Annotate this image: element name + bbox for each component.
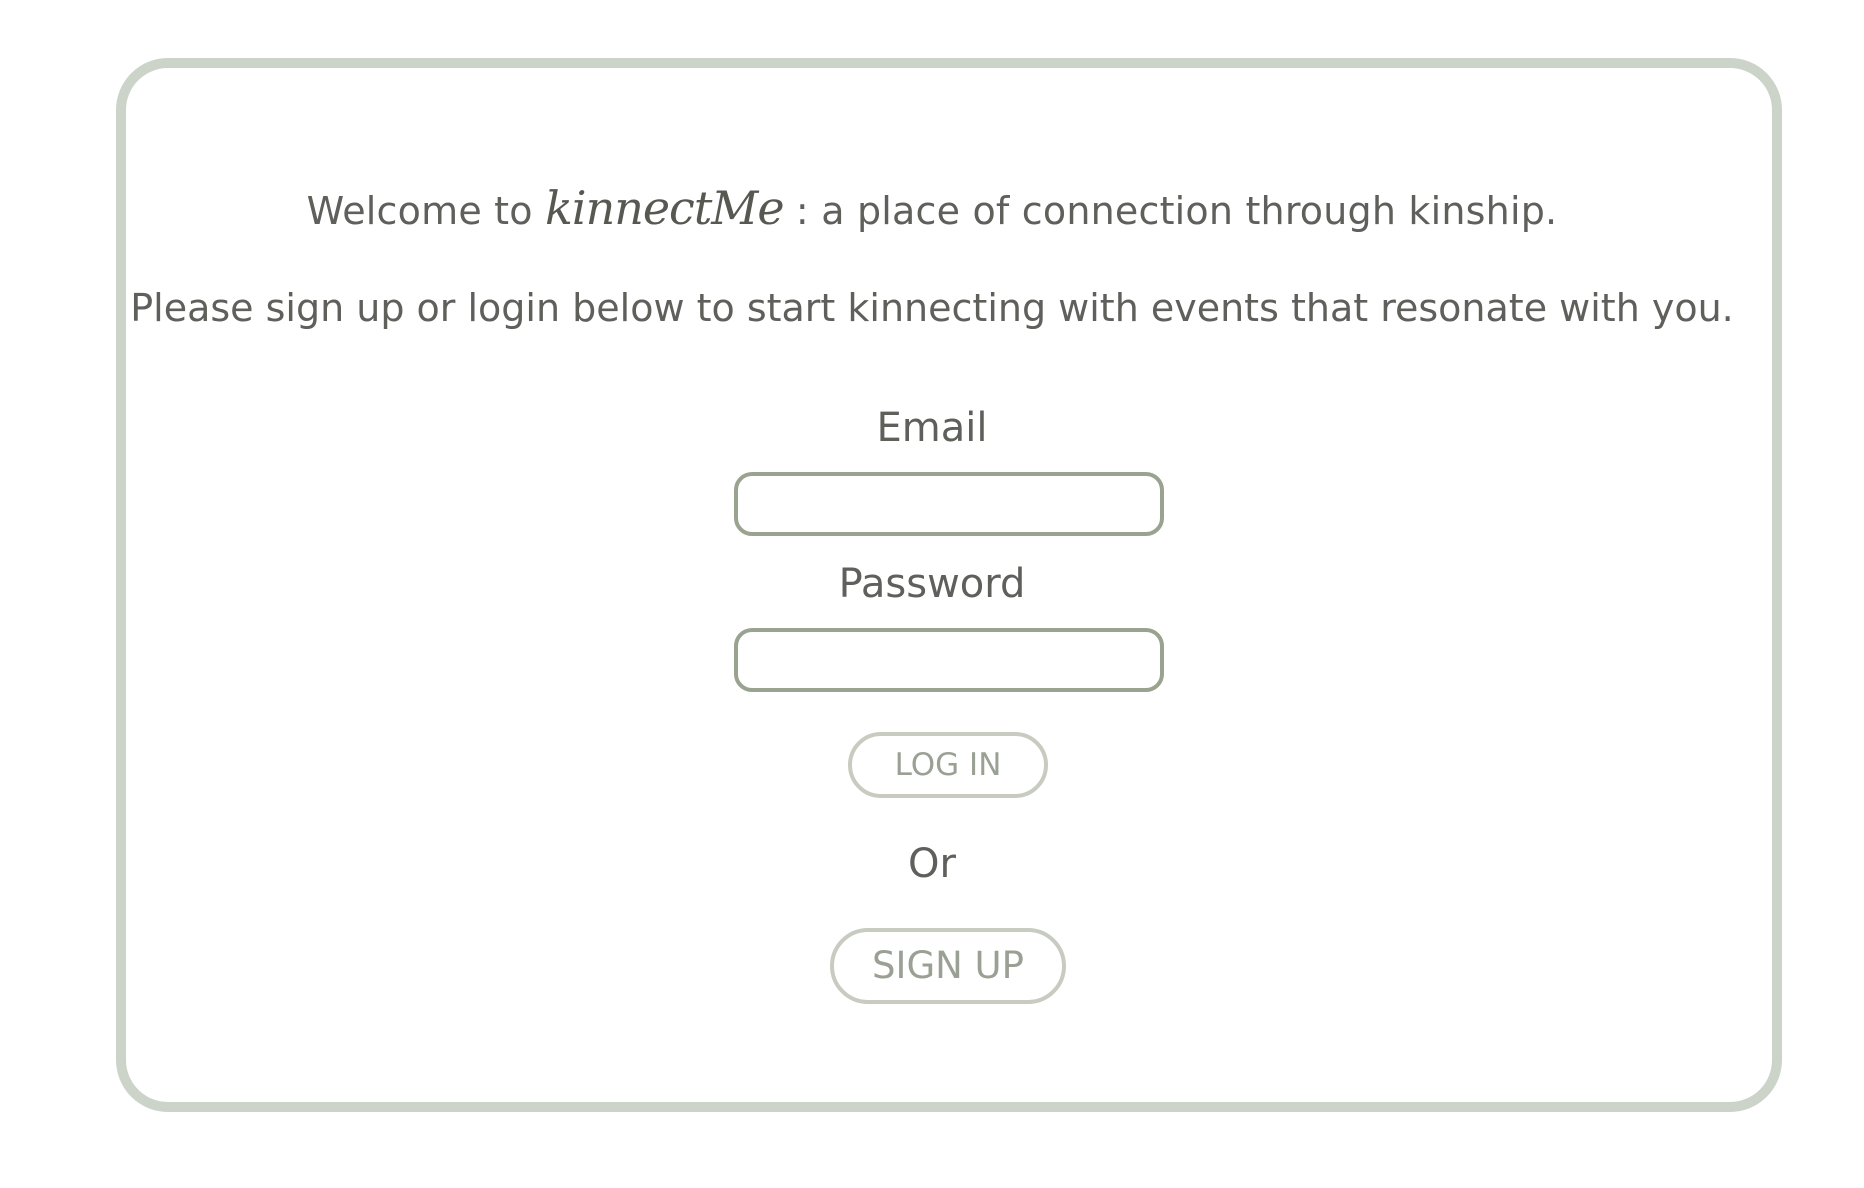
welcome-prefix: Welcome to (306, 189, 545, 233)
password-label: Password (838, 561, 1026, 607)
welcome-heading: Welcome to kinnectMe : a place of connec… (0, 180, 1864, 239)
welcome-suffix: : a place of connection through kinship. (783, 189, 1558, 233)
or-divider-text: Or (908, 841, 956, 887)
instructions-text: Please sign up or login below to start k… (130, 286, 1734, 330)
password-field[interactable] (734, 628, 1164, 692)
email-label: Email (876, 405, 988, 451)
login-button[interactable]: LOG IN (848, 732, 1048, 798)
brand-logo: kinnectMe (545, 181, 785, 235)
email-field[interactable] (734, 472, 1164, 536)
signup-button[interactable]: SIGN UP (830, 928, 1066, 1004)
